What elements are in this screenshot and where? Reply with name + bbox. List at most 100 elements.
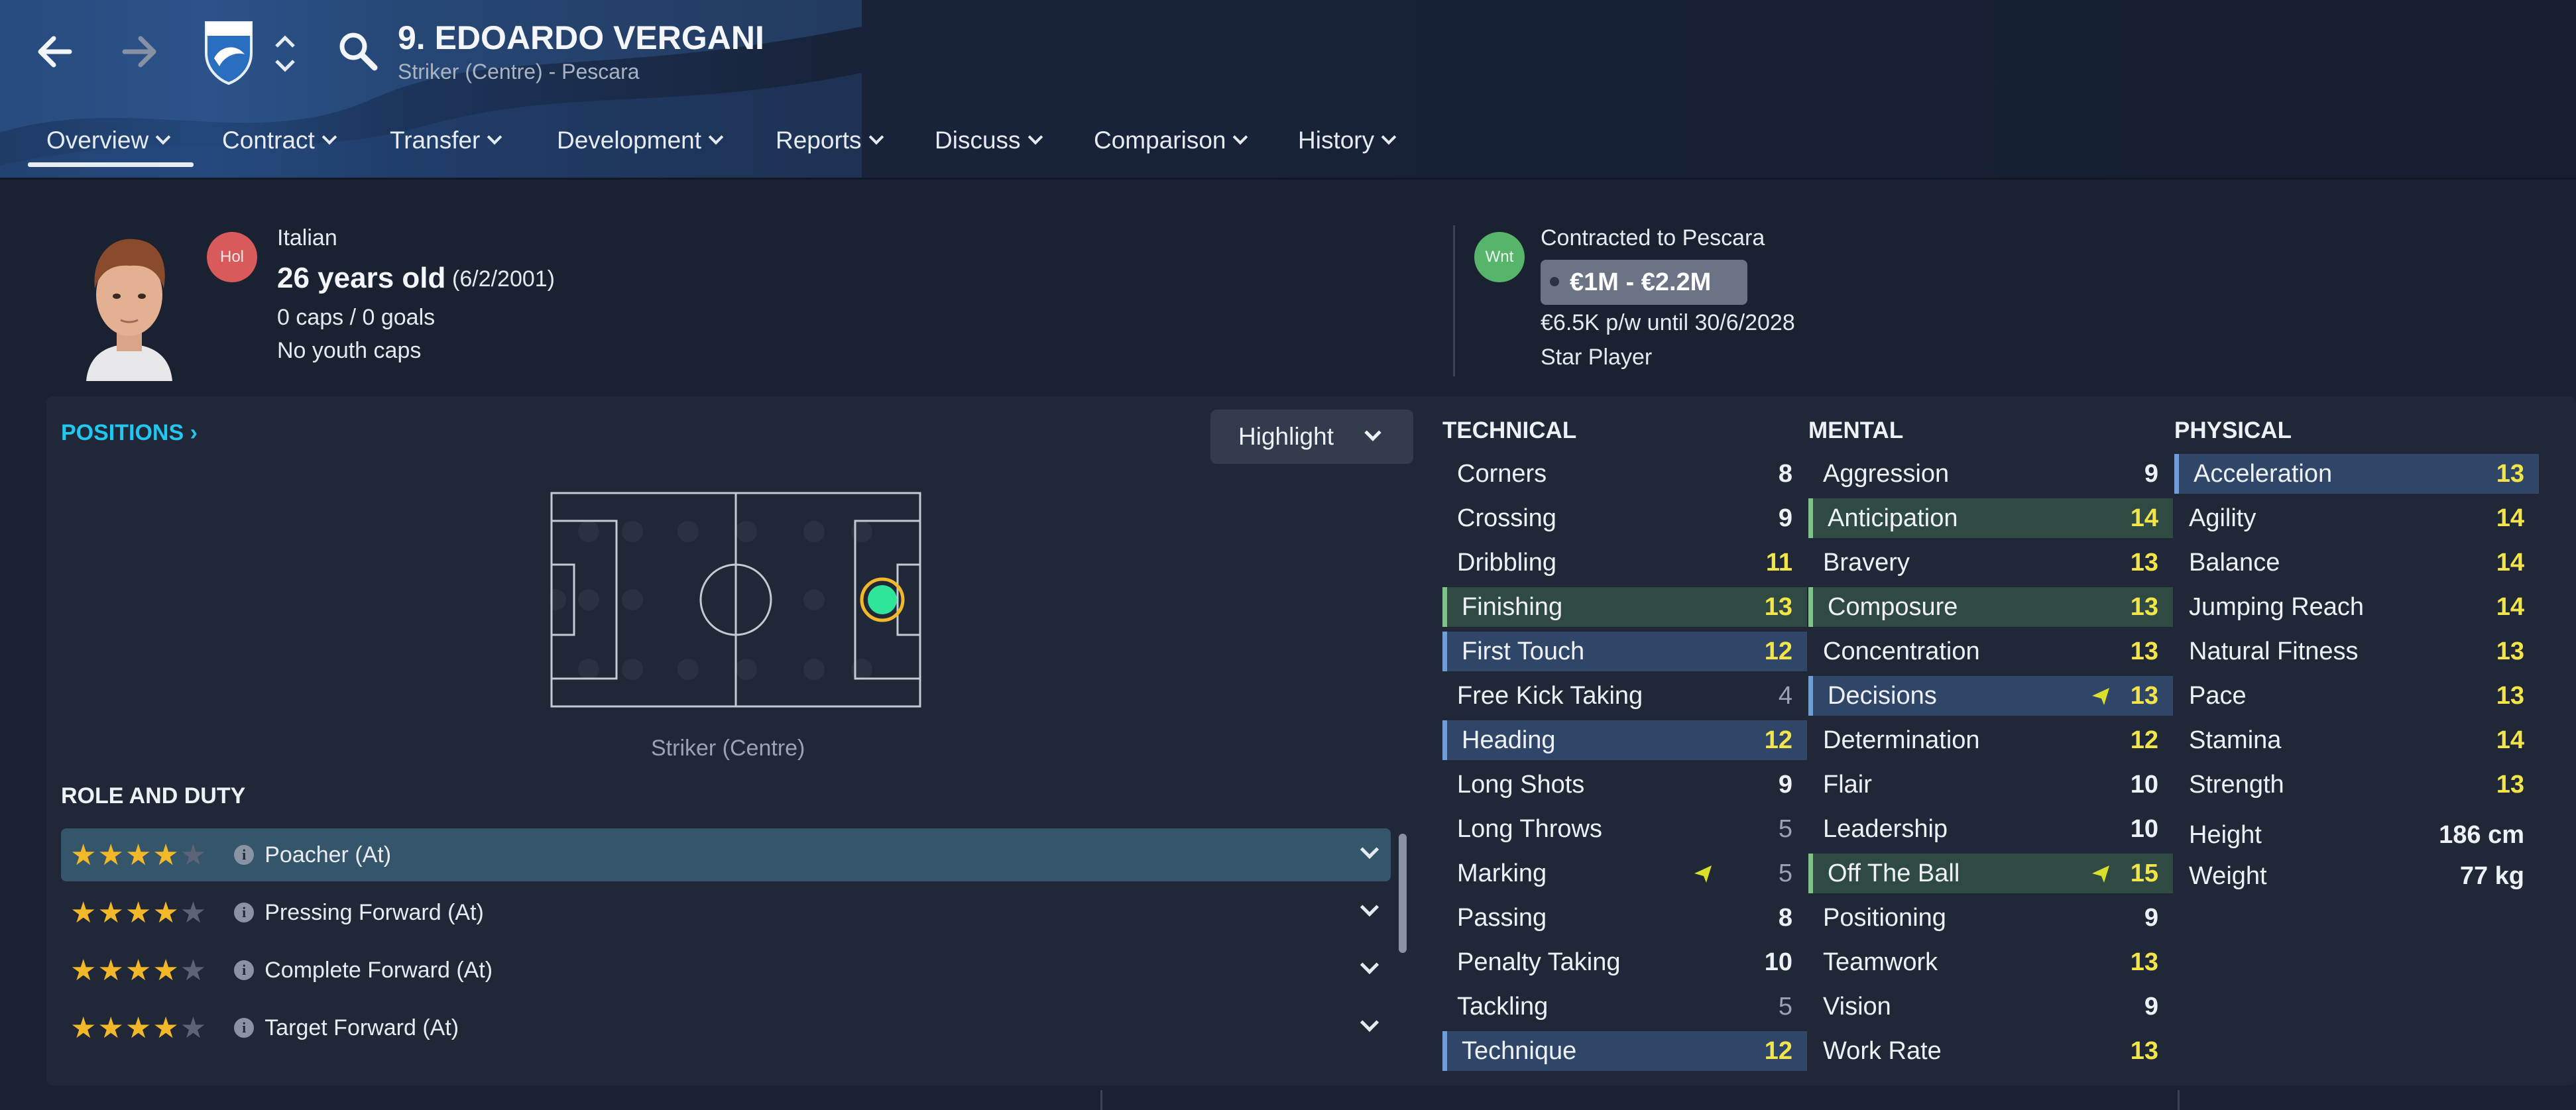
divider (2178, 1090, 2180, 1110)
role-row[interactable]: ★★★★★ i Pressing Forward (At) (61, 886, 1391, 939)
role-row[interactable]: ★★★★★ i Poacher (At) (61, 828, 1391, 881)
info-icon[interactable]: i (234, 845, 255, 865)
up-down-chevron-icon[interactable] (268, 27, 302, 80)
tab-comparison[interactable]: Comparison (1094, 121, 1248, 160)
tab-development[interactable]: Development (557, 121, 724, 160)
position-label: Striker (Centre) (651, 736, 805, 761)
attr-off-the-ball[interactable]: Off The Ball 15 (1808, 854, 2173, 893)
attr-technique[interactable]: Technique 12 (1442, 1031, 1807, 1071)
attr-name: Flair (1823, 770, 1872, 799)
tab-reports[interactable]: Reports (776, 121, 884, 160)
attr-decisions[interactable]: Decisions 13 (1808, 676, 2173, 716)
attr-name: Off The Ball (1828, 859, 1960, 887)
attr-composure[interactable]: Composure 13 (1808, 587, 2173, 627)
attr-name: Positioning (1823, 903, 1946, 932)
attr-marking[interactable]: Marking 5 (1442, 854, 1807, 893)
attr-value: 10 (2130, 770, 2158, 799)
attr-name: First Touch (1462, 637, 1585, 665)
attr-corners[interactable]: Corners 8 (1442, 454, 1807, 494)
attr-name: Acceleration (2194, 459, 2333, 488)
attr-natural-fitness[interactable]: Natural Fitness 13 (2174, 632, 2539, 671)
attr-acceleration[interactable]: Acceleration 13 (2174, 454, 2539, 494)
attr-value: 8 (1778, 459, 1792, 488)
attr-tackling[interactable]: Tackling 5 (1442, 987, 1807, 1027)
attr-value: 9 (2144, 459, 2158, 488)
attr-pace[interactable]: Pace 13 (2174, 676, 2539, 716)
divider (0, 178, 2576, 180)
chevron-down-icon (1360, 840, 1379, 860)
attr-positioning[interactable]: Positioning 9 (1808, 898, 2173, 938)
attr-strength[interactable]: Strength 13 (2174, 765, 2539, 805)
youth-caps: No youth caps (277, 338, 422, 363)
tab-contract[interactable]: Contract (222, 121, 337, 160)
attr-crossing[interactable]: Crossing 9 (1442, 498, 1807, 538)
attr-value: 13 (2496, 681, 2524, 710)
attr-first-touch[interactable]: First Touch 12 (1442, 632, 1807, 671)
attr-value: 10 (1764, 948, 1792, 976)
attr-agility[interactable]: Agility 14 (2174, 498, 2539, 538)
weight-value: 77 kg (2459, 861, 2524, 890)
attr-long-shots[interactable]: Long Shots 9 (1442, 765, 1807, 805)
positions-link[interactable]: POSITIONS › (61, 420, 198, 446)
attr-name: Finishing (1462, 592, 1563, 621)
attr-balance[interactable]: Balance 14 (2174, 543, 2539, 583)
header-bar (0, 0, 2576, 178)
info-icon[interactable]: i (234, 960, 255, 980)
info-icon[interactable]: i (234, 1018, 255, 1038)
info-icon[interactable]: i (234, 903, 255, 922)
physical-title: PHYSICAL (2174, 417, 2292, 443)
attr-leadership[interactable]: Leadership 10 (1808, 809, 2173, 849)
personality-badge[interactable]: Hol (207, 232, 257, 282)
attr-finishing[interactable]: Finishing 13 (1442, 587, 1807, 627)
positions-title: POSITIONS (61, 420, 184, 445)
attr-stamina[interactable]: Stamina 14 (2174, 720, 2539, 760)
attr-name: Balance (2189, 548, 2280, 577)
value-tag[interactable]: €1M - €2.2M (1541, 260, 1747, 305)
attr-name: Long Shots (1457, 770, 1585, 799)
attr-vision[interactable]: Vision 9 (1808, 987, 2173, 1027)
attr-value: 13 (1764, 592, 1792, 621)
tab-label: Overview (46, 127, 149, 154)
transfer-status-badge[interactable]: Wnt (1474, 232, 1525, 282)
attr-name: Marking (1457, 859, 1547, 887)
attr-heading[interactable]: Heading 12 (1442, 720, 1807, 760)
attr-value: 13 (2130, 681, 2158, 710)
tab-discuss[interactable]: Discuss (935, 121, 1043, 160)
attr-value: 9 (1778, 770, 1792, 799)
attr-free-kick-taking[interactable]: Free Kick Taking 4 (1442, 676, 1807, 716)
attr-work-rate[interactable]: Work Rate 13 (1808, 1031, 2173, 1071)
back-button[interactable] (19, 19, 91, 85)
forward-button[interactable] (103, 19, 176, 85)
tab-label: Contract (222, 127, 315, 154)
tab-overview[interactable]: Overview (46, 121, 171, 160)
club-crest-icon[interactable] (202, 19, 255, 85)
attr-value: 11 (1765, 548, 1792, 577)
role-row[interactable]: ★★★★★ i Complete Forward (At) (61, 944, 1391, 997)
attr-concentration[interactable]: Concentration 13 (1808, 632, 2173, 671)
attr-long-throws[interactable]: Long Throws 5 (1442, 809, 1807, 849)
highlight-dropdown[interactable]: Highlight (1210, 410, 1413, 464)
attr-dribbling[interactable]: Dribbling 11 (1442, 543, 1807, 583)
attr-name: Concentration (1823, 637, 1980, 665)
attr-aggression[interactable]: Aggression 9 (1808, 454, 2173, 494)
attr-teamwork[interactable]: Teamwork 13 (1808, 942, 2173, 982)
tab-history[interactable]: History (1298, 121, 1397, 160)
attr-name: Pace (2189, 681, 2247, 710)
attr-anticipation[interactable]: Anticipation 14 (1808, 498, 2173, 538)
attr-value: 8 (1778, 903, 1792, 932)
attr-jumping-reach[interactable]: Jumping Reach 14 (2174, 587, 2539, 627)
attr-flair[interactable]: Flair 10 (1808, 765, 2173, 805)
search-icon[interactable] (335, 28, 381, 74)
attr-name: Bravery (1823, 548, 1910, 577)
attr-determination[interactable]: Determination 12 (1808, 720, 2173, 760)
role-row[interactable]: ★★★★★ i Target Forward (At) (61, 1001, 1391, 1054)
attr-passing[interactable]: Passing 8 (1442, 898, 1807, 938)
tab-transfer[interactable]: Transfer (390, 121, 502, 160)
attr-bravery[interactable]: Bravery 13 (1808, 543, 2173, 583)
roles-scrollbar[interactable] (1399, 834, 1407, 953)
player-title: 9. EDOARDO VERGANI (398, 19, 764, 56)
weight-label: Weight (2189, 861, 2267, 890)
divider (1453, 225, 1455, 376)
attr-value: 5 (1778, 859, 1792, 887)
attr-penalty-taking[interactable]: Penalty Taking 10 (1442, 942, 1807, 982)
